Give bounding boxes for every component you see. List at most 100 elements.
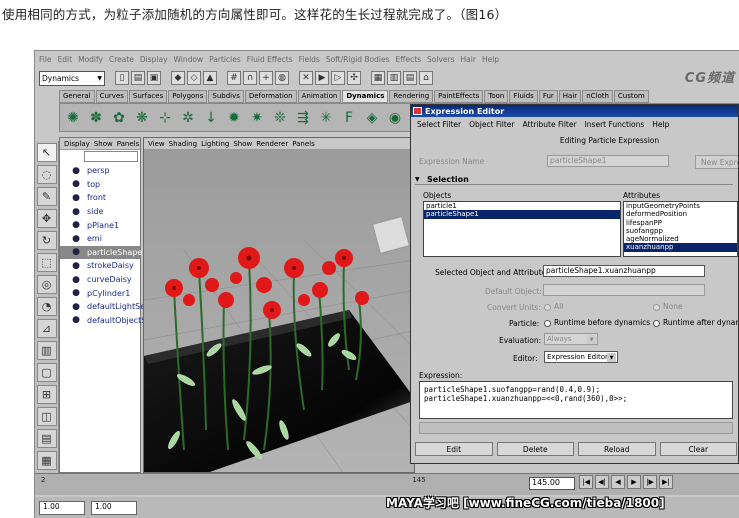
new-expression-button[interactable]: New Expression: [695, 155, 738, 169]
shelf-tab-ncloth[interactable]: nCloth: [582, 90, 613, 103]
instancer-icon[interactable]: ✿: [109, 107, 129, 128]
layout-graph-icon[interactable]: ▤: [36, 429, 57, 448]
particle-tool-icon[interactable]: ✽: [86, 107, 106, 128]
menu-item-window[interactable]: Window: [174, 55, 204, 64]
edit-button[interactable]: Edit: [415, 442, 493, 456]
shelf-tab-animation[interactable]: Animation: [297, 90, 342, 103]
layout-persp-outliner-icon[interactable]: ◫: [36, 407, 57, 426]
tool-settings-icon[interactable]: ⌂: [419, 71, 433, 85]
menu-item-modify[interactable]: Modify: [78, 55, 103, 64]
objects-list[interactable]: particle1 particleShape1: [423, 201, 621, 257]
uniform-field-icon[interactable]: ⇶: [293, 107, 313, 128]
vortex-field-icon[interactable]: ✳: [316, 107, 336, 128]
ipr-icon[interactable]: ▷: [331, 71, 345, 85]
outliner-item[interactable]: ● side: [60, 205, 140, 219]
step-forward-icon[interactable]: |▶: [643, 475, 657, 489]
show-manip-icon[interactable]: ⊿: [36, 319, 57, 338]
clear-button[interactable]: Clear: [659, 442, 737, 456]
selection-section-header[interactable]: Selection: [415, 175, 733, 185]
convert-all-radio[interactable]: All: [544, 302, 563, 311]
shelf-tab-dynamics[interactable]: Dynamics: [342, 90, 389, 103]
shelf-tab-surfaces[interactable]: Surfaces: [128, 90, 168, 103]
attribute-list-item[interactable]: inputGeometryPoints: [624, 202, 737, 210]
ee-menu-select-filter[interactable]: Select Filter: [417, 120, 461, 129]
go-start-icon[interactable]: |◀: [579, 475, 593, 489]
air-field-icon[interactable]: ⊹: [155, 107, 175, 128]
viewport-menu-renderer[interactable]: Renderer: [256, 140, 288, 148]
attributes-list[interactable]: inputGeometryPoints deformedPosition lifes…: [623, 201, 738, 257]
menu-item-solvers[interactable]: Solvers: [427, 55, 454, 64]
render-settings-icon[interactable]: ✣: [347, 71, 361, 85]
shelf-tab-hair[interactable]: Hair: [558, 90, 582, 103]
history-icon[interactable]: ✕: [299, 71, 313, 85]
delete-button[interactable]: Delete: [496, 442, 574, 456]
menu-item-hair[interactable]: Hair: [461, 55, 476, 64]
default-object-field[interactable]: [543, 284, 705, 296]
attribute-editor-icon[interactable]: ▤: [403, 71, 417, 85]
soft-body-icon[interactable]: ◉: [385, 107, 405, 128]
menu-item-effects[interactable]: Effects: [396, 55, 422, 64]
move-tool-icon[interactable]: ✥: [36, 209, 57, 228]
perspective-viewport[interactable]: View Shading Lighting Show Renderer Panels: [143, 137, 415, 473]
rigid-body-icon[interactable]: ◈: [362, 107, 382, 128]
menu-item-soft-rigid-bodies[interactable]: Soft/Rigid Bodies: [326, 55, 390, 64]
runtime-after-radio[interactable]: Runtime after dynamics: [653, 318, 738, 327]
object-list-item[interactable]: particleShape1: [424, 210, 620, 219]
shelf-tab-subdivs[interactable]: Subdivs: [208, 90, 244, 103]
shelf-tab-toon[interactable]: Toon: [484, 90, 509, 103]
scale-tool-icon[interactable]: ⬚: [36, 253, 57, 272]
ee-menu-insert-functions[interactable]: Insert Functions: [585, 120, 645, 129]
outliner-item[interactable]: ● particleShape1: [60, 245, 147, 260]
turbulence-field-icon[interactable]: ❊: [270, 107, 290, 128]
input-line-icon[interactable]: ▦: [371, 71, 385, 85]
outliner-item[interactable]: ● strokeDaisy: [60, 259, 140, 273]
select-object-icon[interactable]: ◇: [187, 71, 201, 85]
lasso-tool-icon[interactable]: ◌: [36, 165, 57, 184]
channel-box-icon[interactable]: ▥: [387, 71, 401, 85]
ee-menu-attribute-filter[interactable]: Attribute Filter: [523, 120, 577, 129]
layout-four-icon[interactable]: ⊞: [36, 385, 57, 404]
evaluation-dropdown[interactable]: Always ▼: [544, 333, 598, 345]
attribute-list-item[interactable]: xuanzhuanpp: [624, 243, 737, 252]
paint-select-icon[interactable]: ✎: [36, 187, 57, 206]
runtime-before-radio[interactable]: Runtime before dynamics: [544, 318, 650, 327]
outliner-filter-input[interactable]: [84, 151, 138, 162]
shelf-tab-custom[interactable]: Custom: [613, 90, 649, 103]
goal-icon[interactable]: ❋: [132, 107, 152, 128]
outliner-item[interactable]: ● defaultObjectSet: [60, 314, 154, 328]
shelf-tab-rendering[interactable]: Rendering: [389, 90, 434, 103]
snap-plane-icon[interactable]: ◍: [275, 71, 289, 85]
menu-item-file[interactable]: File: [39, 55, 52, 64]
expression-name-field[interactable]: particleShape1: [547, 155, 669, 167]
radial-field-icon[interactable]: ✷: [247, 107, 267, 128]
drag-field-icon[interactable]: ✲: [178, 107, 198, 128]
range-inner-start-field[interactable]: 1.00: [91, 501, 137, 515]
outliner-menu-panels[interactable]: Panels: [117, 140, 140, 148]
render-icon[interactable]: ▶: [315, 71, 329, 85]
menu-item-create[interactable]: Create: [109, 55, 134, 64]
current-frame-field[interactable]: 145.00: [529, 477, 575, 490]
outliner-item[interactable]: ● curveDaisy: [60, 273, 140, 287]
menu-item-display[interactable]: Display: [140, 55, 168, 64]
step-back-icon[interactable]: ◀|: [595, 475, 609, 489]
menu-item-particles[interactable]: Particles: [209, 55, 241, 64]
outliner-menu-show[interactable]: Show: [94, 140, 113, 148]
viewport-menu-show[interactable]: Show: [233, 140, 252, 148]
manipulator-icon[interactable]: ◎: [36, 275, 57, 294]
snap-grid-icon[interactable]: #: [227, 71, 241, 85]
outliner-item[interactable]: ● defaultLightSet: [60, 300, 148, 314]
ee-menu-help[interactable]: Help: [652, 120, 669, 129]
outliner-item[interactable]: ● top: [60, 178, 140, 192]
go-end-icon[interactable]: ▶|: [659, 475, 673, 489]
outliner-item[interactable]: ● emi: [60, 232, 140, 246]
range-start-field[interactable]: 1.00: [39, 501, 85, 515]
volume-field-icon[interactable]: F: [339, 107, 359, 128]
reload-button[interactable]: Reload: [578, 442, 656, 456]
shelf-tab-fluids[interactable]: Fluids: [509, 90, 538, 103]
viewport-menu-view[interactable]: View: [148, 140, 165, 148]
object-list-item[interactable]: particle1: [424, 202, 620, 210]
editor-dropdown[interactable]: Expression Editor ▼: [544, 351, 618, 363]
selected-object-attribute-field[interactable]: particleShape1.xuanzhuanpp: [543, 265, 705, 277]
menuset-dropdown[interactable]: Dynamics ▼: [39, 70, 105, 86]
soft-mod-icon[interactable]: ◔: [36, 297, 57, 316]
